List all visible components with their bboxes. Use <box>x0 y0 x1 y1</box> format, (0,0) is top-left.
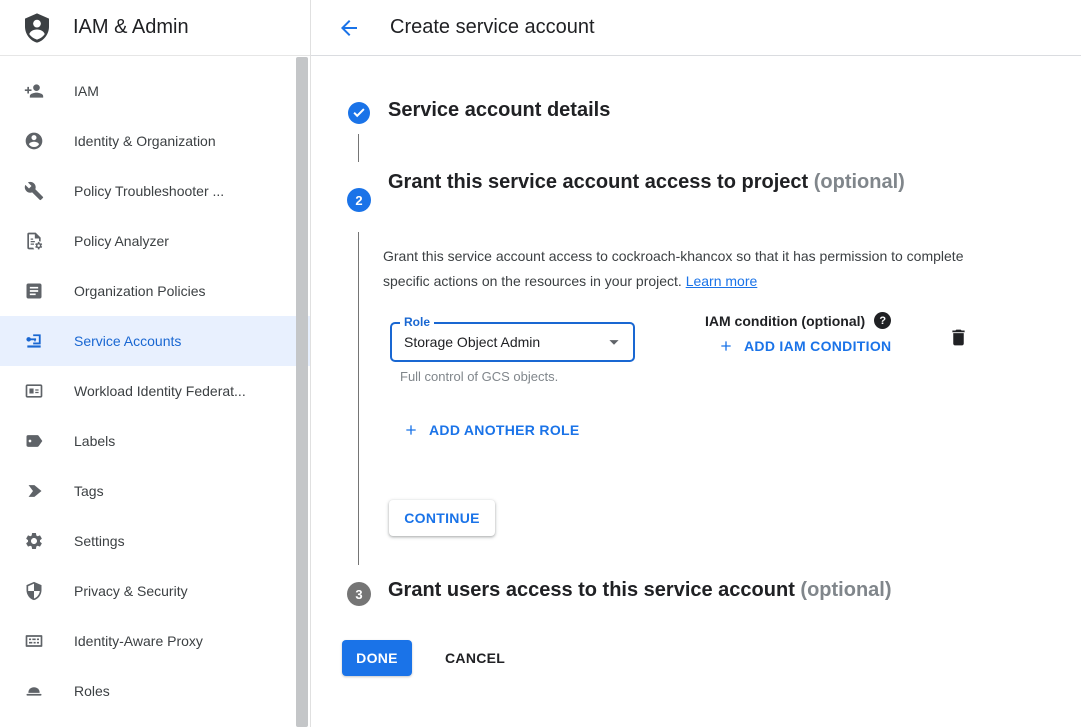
role-select-value: Storage Object Admin <box>404 334 540 350</box>
sidebar-scrollbar-thumb[interactable] <box>296 57 308 727</box>
help-icon[interactable]: ? <box>874 312 891 329</box>
tag-arrow-icon <box>24 481 44 501</box>
step1-title[interactable]: Service account details <box>388 99 610 122</box>
sidebar-item-policy-troubleshooter[interactable]: Policy Troubleshooter ... <box>0 166 310 216</box>
iam-condition-header: IAM condition (optional) ? <box>705 312 891 329</box>
add-another-role-button[interactable]: ADD ANOTHER ROLE <box>403 422 580 438</box>
sidebar-item-label: Identity & Organization <box>74 133 216 149</box>
sidebar-item-tags[interactable]: Tags <box>0 466 310 516</box>
step2-description: Grant this service account access to coc… <box>383 244 998 294</box>
trash-icon <box>948 336 969 351</box>
step3-number-badge: 3 <box>347 582 371 606</box>
role-select-label: Role <box>400 315 434 329</box>
sidebar-item-label: IAM <box>74 83 99 99</box>
sidebar-item-identity-organization[interactable]: Identity & Organization <box>0 116 310 166</box>
step2-number-badge: 2 <box>347 188 371 212</box>
page-title: Create service account <box>390 16 595 39</box>
role-helper-text: Full control of GCS objects. <box>400 369 558 384</box>
learn-more-link[interactable]: Learn more <box>686 273 758 289</box>
sidebar-item-label: Identity-Aware Proxy <box>74 633 203 649</box>
product-title: IAM & Admin <box>73 16 189 39</box>
proxy-wall-icon <box>24 631 44 651</box>
delete-role-button[interactable] <box>947 327 969 349</box>
sidebar-item-service-accounts[interactable]: Service Accounts <box>0 316 310 366</box>
sidebar-item-settings[interactable]: Settings <box>0 516 310 566</box>
hard-hat-icon <box>24 681 44 701</box>
app-root: IAM & Admin IAM Identity & Organization Po… <box>0 0 1081 727</box>
step3-optional-label: (optional) <box>800 579 891 601</box>
sidebar-item-privacy-security[interactable]: Privacy & Security <box>0 566 310 616</box>
page-header: Create service account <box>311 0 1081 56</box>
arrow-left-icon <box>337 28 361 43</box>
sidebar-item-label: Policy Analyzer <box>74 233 169 249</box>
sidebar-item-policy-analyzer[interactable]: Policy Analyzer <box>0 216 310 266</box>
document-lines-icon <box>24 281 44 301</box>
add-iam-condition-label: ADD IAM CONDITION <box>744 338 891 354</box>
sidebar-item-label: Roles <box>74 683 110 699</box>
plus-icon <box>403 422 419 438</box>
service-account-key-icon <box>24 331 44 351</box>
sidebar-item-label: Tags <box>74 483 104 499</box>
stepper-connector <box>358 134 359 162</box>
step2-optional-label: (optional) <box>814 171 905 193</box>
back-button[interactable] <box>337 16 361 40</box>
step2-title-text: Grant this service account access to pro… <box>388 171 808 193</box>
sidebar-item-label: Workload Identity Federat... <box>74 383 246 399</box>
shield-half-icon <box>24 581 44 601</box>
role-select[interactable]: Role Storage Object Admin <box>390 322 635 362</box>
cancel-button[interactable]: CANCEL <box>445 640 505 676</box>
sidebar-item-iam[interactable]: IAM <box>0 66 310 116</box>
sidebar-item-roles[interactable]: Roles <box>0 666 310 716</box>
done-button[interactable]: DONE <box>342 640 412 676</box>
sidebar: IAM & Admin IAM Identity & Organization Po… <box>0 0 311 727</box>
sidebar-item-identity-aware-proxy[interactable]: Identity-Aware Proxy <box>0 616 310 666</box>
sidebar-item-label: Organization Policies <box>74 283 206 299</box>
chevron-down-icon <box>603 331 625 353</box>
sidebar-item-label: Policy Troubleshooter ... <box>74 183 224 199</box>
step1-completed-check-icon <box>347 101 371 125</box>
sidebar-item-workload-identity-federation[interactable]: Workload Identity Federat... <box>0 366 310 416</box>
add-another-role-label: ADD ANOTHER ROLE <box>429 422 580 438</box>
sidebar-item-label: Service Accounts <box>74 333 181 349</box>
sidebar-nav: IAM Identity & Organization Policy Trouble… <box>0 56 310 716</box>
step3-title: Grant users access to this service accou… <box>388 579 1078 602</box>
sidebar-item-labels[interactable]: Labels <box>0 416 310 466</box>
sidebar-item-organization-policies[interactable]: Organization Policies <box>0 266 310 316</box>
create-service-account-form: Service account details 2 Grant this ser… <box>311 56 1081 727</box>
sidebar-item-label: Privacy & Security <box>74 583 188 599</box>
person-add-icon <box>24 81 44 101</box>
sidebar-item-label: Settings <box>74 533 125 549</box>
iam-condition-label: IAM condition (optional) <box>705 313 865 329</box>
continue-button[interactable]: CONTINUE <box>389 500 495 536</box>
step3-title-text: Grant users access to this service accou… <box>388 579 795 601</box>
step2-title: Grant this service account access to pro… <box>388 167 963 197</box>
badge-card-icon <box>24 381 44 401</box>
policy-analyzer-icon <box>24 231 44 251</box>
account-circle-icon <box>24 131 44 151</box>
label-tag-icon <box>24 431 44 451</box>
stepper-connector <box>358 232 359 565</box>
step2-description-text: Grant this service account access to coc… <box>383 248 964 289</box>
add-iam-condition-button[interactable]: ADD IAM CONDITION <box>718 338 891 354</box>
plus-icon <box>718 338 734 354</box>
gear-icon <box>24 531 44 551</box>
iam-admin-shield-icon <box>21 12 53 44</box>
wrench-icon <box>24 181 44 201</box>
sidebar-header: IAM & Admin <box>0 0 310 56</box>
sidebar-item-label: Labels <box>74 433 115 449</box>
